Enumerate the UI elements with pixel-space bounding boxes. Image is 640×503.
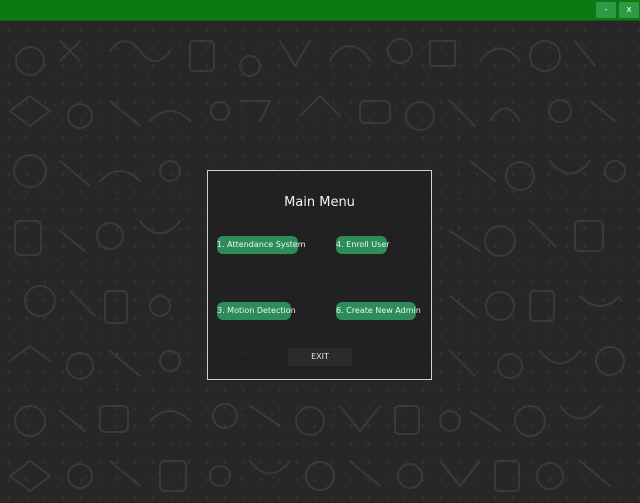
doodle-background: Main Menu 1. Attendance System 4. Enroll… (0, 21, 640, 503)
window-titlebar: - x (0, 0, 640, 21)
minimize-button[interactable]: - (596, 2, 616, 18)
motion-detection-button[interactable]: 3. Motion Detection (217, 302, 296, 320)
create-new-admin-button[interactable]: 6. Create New Admin (336, 302, 421, 320)
main-menu-panel: Main Menu 1. Attendance System 4. Enroll… (207, 170, 432, 380)
attendance-system-button[interactable]: 1. Attendance System (217, 236, 306, 254)
close-button[interactable]: x (619, 2, 639, 18)
enroll-user-button[interactable]: 4. Enroll User (336, 236, 390, 254)
menu-title: Main Menu (284, 195, 355, 210)
exit-button[interactable]: EXIT (288, 348, 352, 366)
